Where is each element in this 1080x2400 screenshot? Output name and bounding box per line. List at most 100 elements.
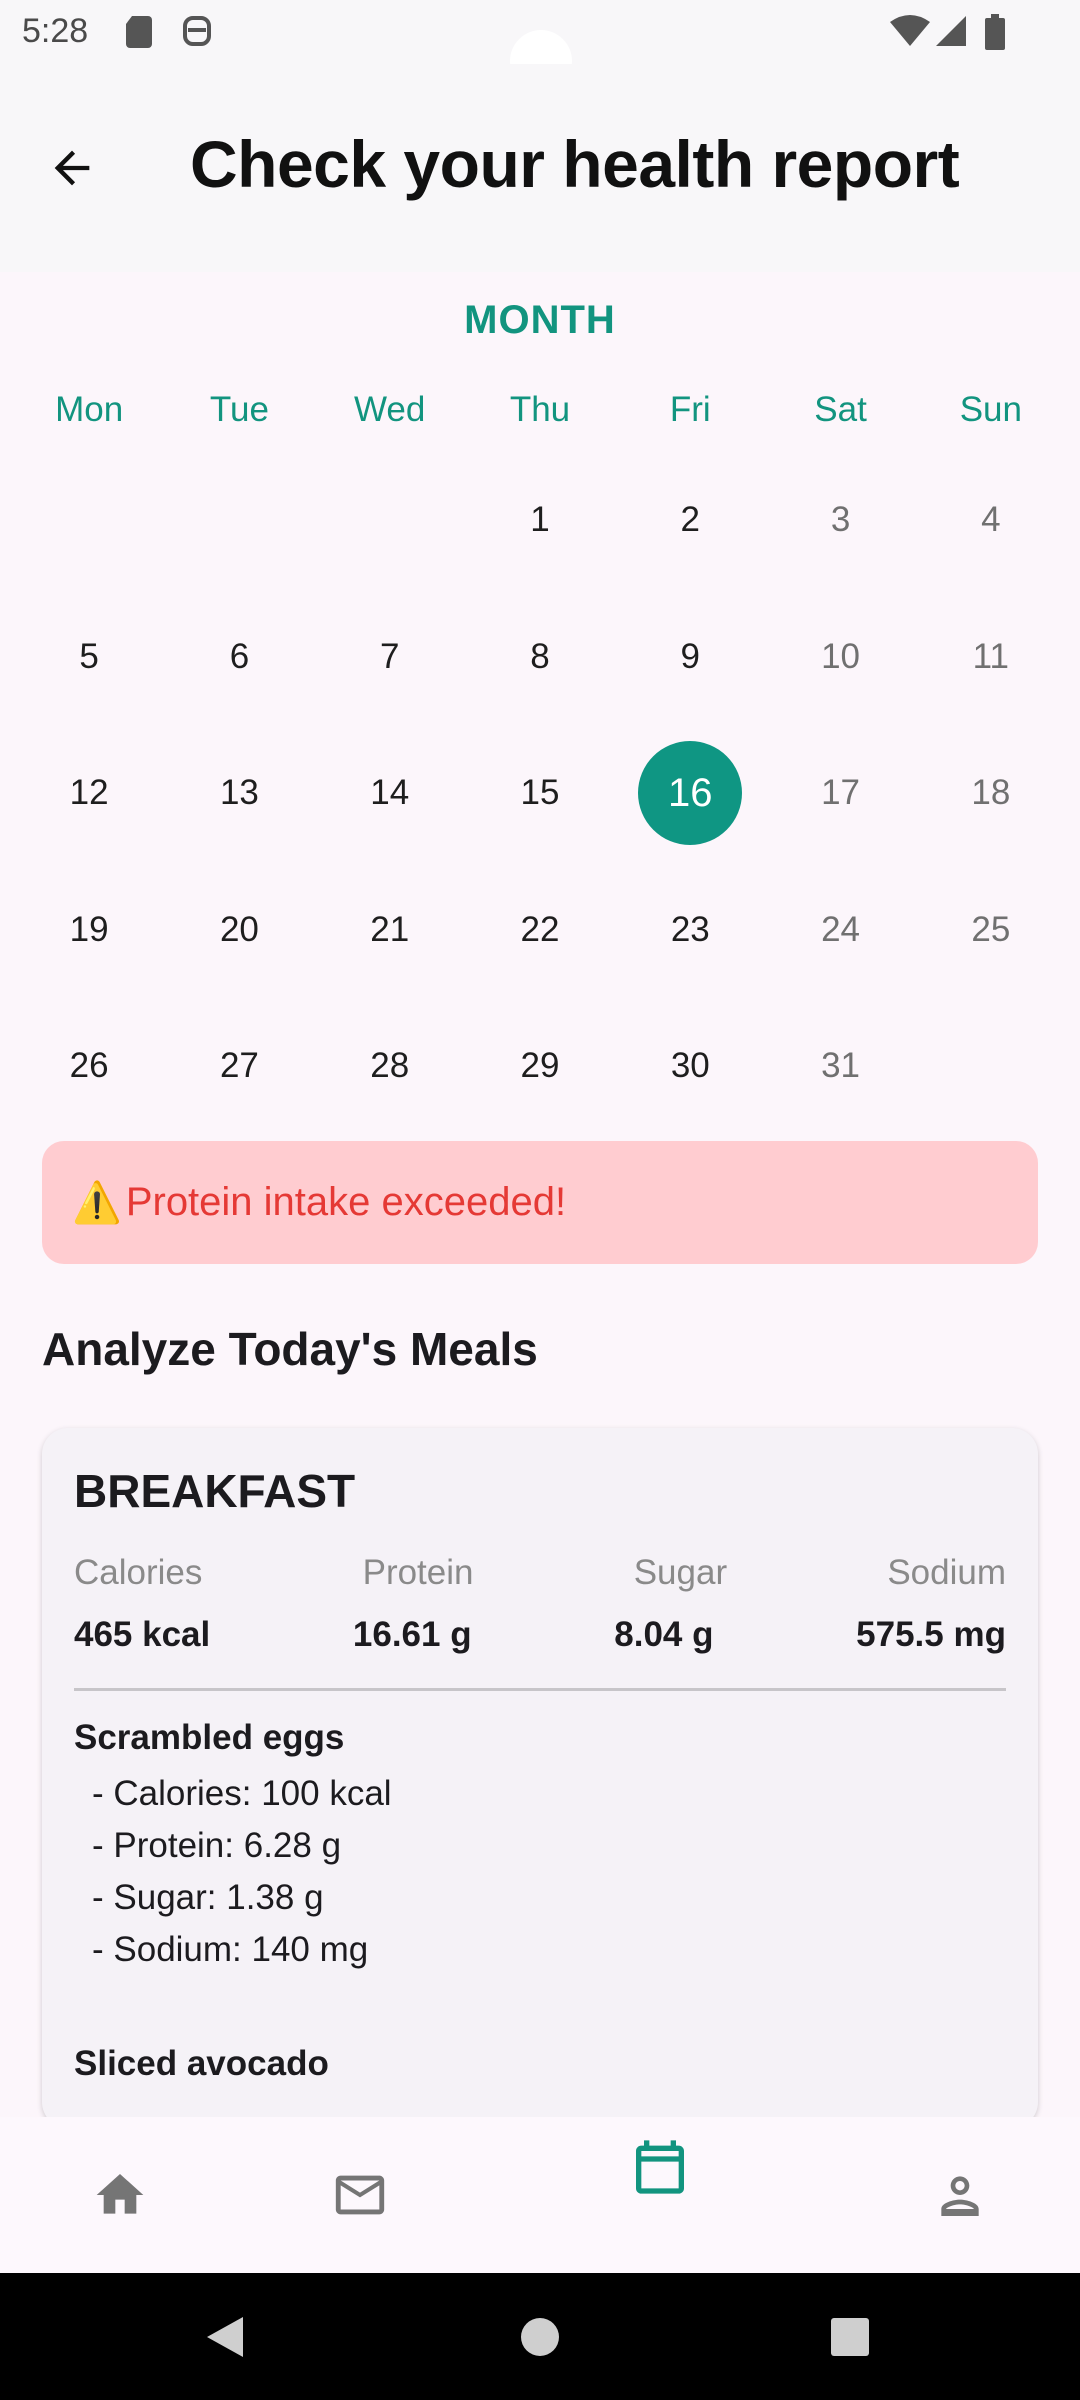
- calendar-day[interactable]: 28: [315, 998, 465, 1135]
- warning-icon: ⚠️: [72, 1181, 122, 1225]
- calendar-day[interactable]: 24: [765, 862, 915, 999]
- calendar-day[interactable]: 19: [14, 862, 164, 999]
- calendar-day-selected[interactable]: 16: [615, 725, 765, 862]
- calendar-day[interactable]: 15: [465, 725, 615, 862]
- calendar-day-number: 7: [379, 636, 400, 676]
- calendar-day-number: 6: [229, 636, 250, 676]
- nutrient-label-calories: Calories: [74, 1553, 203, 1592]
- calendar-day[interactable]: 8: [465, 589, 615, 726]
- nav-mail[interactable]: [270, 2117, 450, 2273]
- calendar-day[interactable]: 30: [615, 998, 765, 1135]
- calendar-day-number: 25: [971, 909, 1011, 949]
- calendar-day[interactable]: 1: [465, 452, 615, 589]
- mail-icon: [335, 2175, 385, 2215]
- app-bar: Check your health report: [0, 64, 1080, 272]
- calendar-day[interactable]: 13: [164, 725, 314, 862]
- calendar-day-number: 11: [972, 636, 1010, 676]
- calendar-day-number: 16: [638, 741, 743, 846]
- calendar-day-number: 29: [520, 1046, 560, 1086]
- nutrient-label-sugar: Sugar: [633, 1553, 728, 1592]
- calendar-day-number: 4: [981, 500, 1001, 540]
- calendar-days: 1 2 3 4 5 6 7 8 9 10 11 12 13 14 15 16 17 18 19 20 21 22 23 24 2…: [0, 452, 1080, 1135]
- weekday-sun: Sun: [959, 390, 1022, 429]
- food-item: Scrambled eggs - Calories: 100 kcal - Prot…: [74, 1718, 392, 1976]
- nutrient-value-sugar: 8.04 g: [614, 1615, 714, 1654]
- calendar-day[interactable]: 25: [916, 862, 1066, 999]
- calendar-day[interactable]: 5: [14, 589, 164, 726]
- back-triangle-icon: [207, 2316, 243, 2357]
- weekday-header: Mon Tue Wed Thu Fri Sat Sun: [0, 390, 1080, 430]
- calendar-day[interactable]: 18: [916, 725, 1066, 862]
- person-icon: [941, 2176, 979, 2216]
- calendar-day[interactable]: 29: [465, 998, 615, 1135]
- alert-text: Protein intake exceeded!: [125, 1180, 567, 1224]
- page-title: Check your health report: [190, 127, 960, 201]
- calendar-day-number: 3: [830, 500, 851, 540]
- food-nutrient-line: - Calories: 100 kcal: [92, 1774, 392, 1813]
- food-nutrient-line: - Protein: 6.28 g: [92, 1826, 342, 1865]
- calendar-day[interactable]: 14: [315, 725, 465, 862]
- calendar-day-number: 17: [821, 773, 861, 813]
- calendar-day-number: 10: [821, 636, 861, 676]
- system-recents-button[interactable]: [780, 2273, 920, 2400]
- calendar-day[interactable]: 26: [14, 998, 164, 1135]
- calendar-day-number: 8: [530, 636, 550, 676]
- food-nutrient-line: - Sugar: 1.38 g: [92, 1878, 324, 1917]
- calendar-day-number: 27: [219, 1046, 259, 1086]
- nutrient-values: 465 kcal 16.61 g 8.04 g 575.5 mg: [74, 1615, 1006, 1655]
- nav-profile[interactable]: [870, 2117, 1050, 2273]
- calendar-day[interactable]: 23: [615, 862, 765, 999]
- calendar-day[interactable]: 22: [465, 862, 615, 999]
- calendar-day-number: 23: [670, 909, 710, 949]
- calendar: MONTH Mon Tue Wed Thu Fri Sat Sun 1 2 3 4 5 6 7 8 9 10 1…: [0, 272, 1080, 1092]
- calendar-day[interactable]: 27: [164, 998, 314, 1135]
- nav-home[interactable]: [30, 2117, 210, 2273]
- meal-card[interactable]: BREAKFAST Calories Protein Sugar Sodium 465…: [42, 1428, 1038, 2128]
- calendar-day-number: 24: [821, 909, 861, 949]
- calendar-day-number: 19: [69, 909, 109, 949]
- calendar-day[interactable]: 6: [164, 589, 314, 726]
- protein-alert: ⚠️ Protein intake exceeded!: [42, 1141, 1038, 1264]
- weekday-fri: Fri: [669, 390, 711, 429]
- calendar-day-number: 31: [821, 1046, 861, 1086]
- weekday-sat: Sat: [814, 390, 867, 429]
- app-notification-icon: [180, 14, 214, 53]
- section-title: Analyze Today's Meals: [42, 1323, 538, 1375]
- calendar-day[interactable]: 7: [315, 589, 465, 726]
- calendar-day[interactable]: 12: [14, 725, 164, 862]
- calendar-day[interactable]: 9: [615, 589, 765, 726]
- calendar-day-number: 15: [520, 773, 560, 813]
- calendar-day[interactable]: 31: [765, 998, 915, 1135]
- nutrient-label-protein: Protein: [362, 1553, 474, 1592]
- recents-square-icon: [831, 2317, 869, 2356]
- nutrient-label-sodium: Sodium: [887, 1553, 1006, 1592]
- calendar-format-toggle[interactable]: MONTH: [0, 298, 1080, 343]
- calendar-day-number: 28: [370, 1046, 410, 1086]
- wifi-icon: [890, 14, 930, 53]
- calendar-day-number: 20: [219, 909, 259, 949]
- back-button[interactable]: [40, 136, 104, 200]
- system-back-button[interactable]: [155, 2273, 295, 2400]
- calendar-day[interactable]: 20: [164, 862, 314, 999]
- signal-icon: [934, 14, 968, 53]
- calendar-day[interactable]: 21: [315, 862, 465, 999]
- calendar-day[interactable]: 3: [765, 452, 915, 589]
- nutrient-labels: Calories Protein Sugar Sodium: [74, 1553, 1006, 1593]
- calendar-day-number: 1: [530, 500, 550, 540]
- calendar-day[interactable]: 2: [615, 452, 765, 589]
- nav-calendar[interactable]: [570, 2117, 750, 2273]
- calendar-day[interactable]: 4: [916, 452, 1066, 589]
- calendar-day-number: 22: [520, 909, 560, 949]
- arrow-back-icon: [54, 150, 90, 186]
- calendar-day-number: 14: [370, 773, 410, 813]
- calendar-day-number: 9: [680, 636, 701, 676]
- food-name: Scrambled eggs: [74, 1718, 345, 1757]
- calendar-day-number: 5: [79, 636, 99, 676]
- calendar-day-number: 18: [971, 773, 1011, 813]
- weekday-wed: Wed: [354, 390, 426, 429]
- calendar-day[interactable]: 11: [916, 589, 1066, 726]
- calendar-day[interactable]: 10: [765, 589, 915, 726]
- weekday-thu: Thu: [509, 390, 571, 429]
- system-home-button[interactable]: [470, 2273, 610, 2400]
- calendar-day[interactable]: 17: [765, 725, 915, 862]
